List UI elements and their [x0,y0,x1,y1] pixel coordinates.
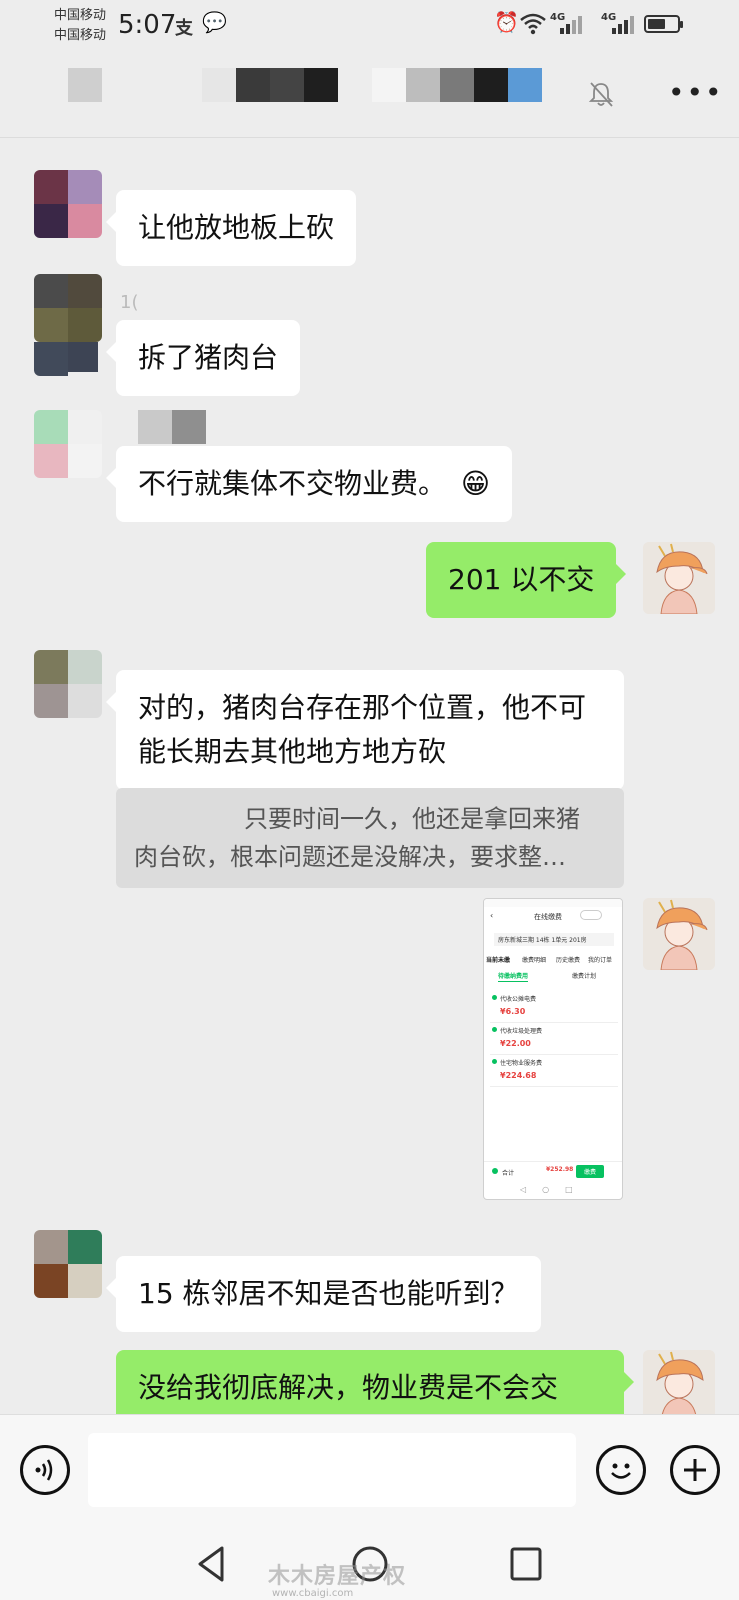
sender-name-partial: 1( [120,292,139,313]
watermark-url: www.cbaigi.com [272,1588,354,1599]
back-icon: ‹ [490,911,494,920]
status-bar: 中国移动 中国移动 5:07 支 💬 ⏰ 4G 4G [0,0,739,48]
message-bubble[interactable]: 让他放地板上砍 [105,190,357,266]
voice-input-button[interactable] [20,1445,70,1495]
message-bubble[interactable]: 15 栋邻居不知是否也能听到？ [106,1256,541,1332]
avatar[interactable] [34,410,102,478]
avatar-extension [68,342,98,372]
message-bubble[interactable]: 对的，猪肉台存在那个位置，他不可能长期去其他地方地方砍 [106,670,624,790]
more-options-icon[interactable]: ••• [668,79,724,107]
signal-icon-1 [560,12,588,34]
avatar[interactable] [34,170,102,238]
message-bubble-outgoing[interactable]: 没给我彻底解决，物业费是不会交 [116,1350,634,1414]
message-bubble-outgoing[interactable]: 201 以不交 [426,542,627,618]
input-bar [0,1414,739,1530]
emoji-button[interactable] [596,1445,646,1495]
quote-line-2: 肉台砍，根本问题还是没解决，要求整… [134,843,566,871]
shot-item: 代收垃圾处理费 ¥22.00 [490,1025,618,1055]
alarm-icon: ⏰ [494,10,519,34]
quoted-message[interactable]: 只要时间一久，他还是拿回来猪 肉台砍，根本问题还是没解决，要求整… [116,788,624,888]
carrier-2: 中国移动 [54,28,107,43]
user-avatar[interactable] [643,542,715,614]
voice-icon [35,1459,53,1481]
message-input[interactable] [88,1433,576,1507]
avatar[interactable] [34,650,102,718]
shot-item: 代收公摊电费 ¥6.30 [490,993,618,1023]
shot-title: 在线缴费 [534,913,562,921]
grinning-emoji-icon: 😁 [460,467,491,500]
shot-tab: 当前未缴 [486,957,511,964]
carrier-1: 中国移动 [54,8,107,23]
sender-name-redacted [138,410,172,444]
sender-name-redacted [172,410,206,444]
clock: 5:07 [118,10,177,40]
recents-nav-icon[interactable] [508,1544,544,1584]
avatar[interactable] [34,1230,102,1298]
back-nav-icon[interactable] [194,1544,228,1584]
alipay-icon: 支 [175,18,193,39]
shot-footer: 合计 ¥252.98 缴费 [484,1161,622,1181]
shot-tab: 缴费明细 [522,957,547,964]
shot-tab: 历史缴费 [556,957,581,964]
mute-bell-icon [588,82,614,107]
quote-line-1: 只要时间一久，他还是拿回来猪 [244,805,580,833]
avatar[interactable] [34,274,102,342]
wifi-icon [520,13,546,35]
message-bubble[interactable]: 拆了猪肉台 [105,320,301,396]
shot-subtab: 缴费计划 [572,973,597,980]
avatar-extension [34,342,68,376]
message-text: 不行就集体不交物业费。 [138,467,447,500]
chat-title-redacted[interactable] [66,68,546,104]
plus-icon [684,1459,706,1481]
system-nav-bar: 木木房屋产权 www.cbaigi.com [0,1530,739,1600]
battery-icon [644,15,683,33]
message-clip: 没给我彻底解决，物业费是不会交 [0,1340,739,1414]
shot-subtab: 待缴纳费用 [498,973,529,980]
message-bubble[interactable]: 不行就集体不交物业费。 😁 [105,446,513,522]
battery-fill [648,19,665,29]
shot-tab: 我的订单 [588,957,613,964]
user-avatar[interactable] [643,898,715,970]
image-message[interactable]: ‹ 在线缴费 房东新城三期 14栋 1单元 201房 当前未缴 缴费明细 历史缴… [483,898,623,1200]
add-button[interactable] [670,1445,720,1495]
smiley-icon [611,1463,631,1479]
watermark: 木木房屋产权 [268,1564,407,1589]
shot-address: 房东新城三期 14栋 1单元 201房 [494,933,614,946]
shot-item: 住宅物业服务费 ¥224.68 [490,1057,618,1087]
signal-icon-2 [612,12,640,34]
wechat-icon: 💬 [202,10,227,34]
chat-title-bar: ••• [0,48,739,138]
user-avatar[interactable] [643,1350,715,1414]
